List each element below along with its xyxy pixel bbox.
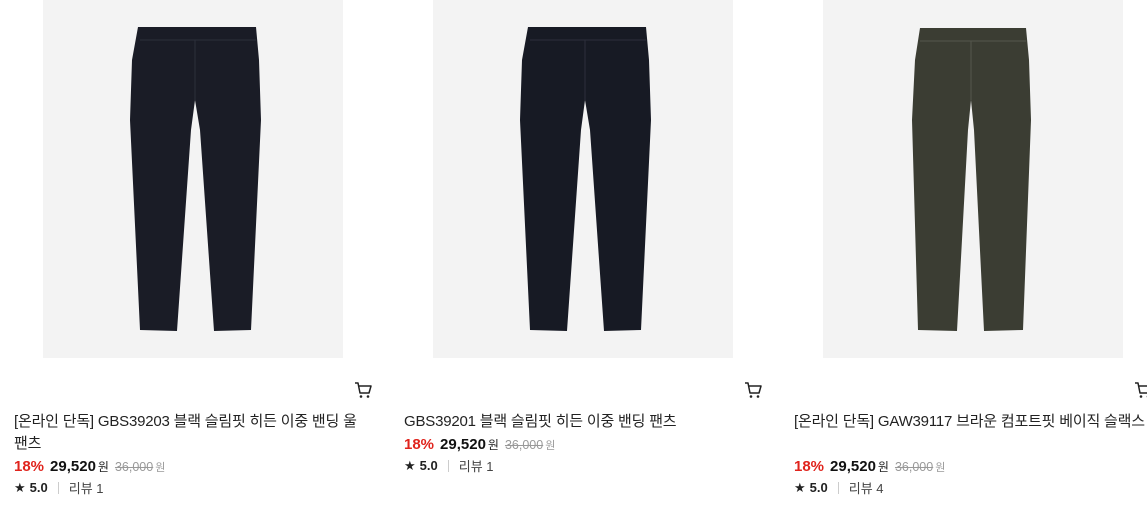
star-icon: ★ (14, 479, 26, 495)
star-icon: ★ (794, 479, 806, 495)
review-count[interactable]: 리뷰 1 (69, 478, 104, 497)
rating-row: ★ 5.0 리뷰 4 (794, 478, 884, 497)
sale-price: 29,520 (830, 458, 876, 475)
rating-score: 5.0 (809, 480, 828, 495)
product-card[interactable]: [온라인 단독] GAW39117 브라운 컴포트핏 베이직 슬랙스 18% 2… (780, 0, 1147, 509)
price-row: 18% 29,520 원 36,000 원 (404, 436, 555, 453)
divider (837, 481, 839, 494)
review-count[interactable]: 리뷰 4 (849, 478, 884, 497)
original-price: 36,000 (114, 460, 154, 474)
product-title[interactable]: [온라인 단독] GAW39117 브라운 컴포트핏 베이직 슬랙스 (794, 411, 1147, 433)
product-title[interactable]: GBS39201 블랙 슬림핏 히든 이중 밴딩 팬츠 (404, 411, 764, 433)
original-currency: 원 (545, 440, 556, 452)
product-image[interactable] (43, 0, 343, 358)
currency: 원 (487, 438, 499, 452)
product-card[interactable]: [온라인 단독] GBS39203 블랙 슬림핏 히든 이중 밴딩 울 팬츠 1… (0, 0, 372, 509)
original-price: 36,000 (894, 460, 934, 474)
discount-rate: 18% (404, 436, 435, 453)
rating-score: 5.0 (419, 458, 438, 473)
divider (57, 481, 59, 494)
review-count[interactable]: 리뷰 1 (459, 456, 494, 475)
sale-price: 29,520 (440, 436, 486, 453)
rating-row: ★ 5.0 리뷰 1 (14, 478, 104, 497)
currency: 원 (97, 460, 109, 474)
price-row: 18% 29,520 원 36,000 원 (794, 458, 945, 475)
sale-price: 29,520 (50, 458, 96, 475)
star-icon: ★ (404, 457, 416, 473)
cart-icon[interactable] (744, 381, 762, 399)
discount-rate: 18% (14, 458, 45, 475)
original-currency: 원 (935, 462, 946, 474)
pants-image (520, 27, 651, 331)
product-image[interactable] (433, 0, 733, 358)
pants-image (912, 28, 1031, 331)
rating-row: ★ 5.0 리뷰 1 (404, 456, 494, 475)
product-card[interactable]: GBS39201 블랙 슬림핏 히든 이중 밴딩 팬츠 18% 29,520 원… (390, 0, 762, 509)
original-price: 36,000 (504, 438, 544, 452)
cart-icon[interactable] (354, 381, 372, 399)
rating-score: 5.0 (29, 480, 48, 495)
original-currency: 원 (155, 462, 166, 474)
divider (447, 459, 449, 472)
currency: 원 (877, 460, 889, 474)
product-title[interactable]: [온라인 단독] GBS39203 블랙 슬림핏 히든 이중 밴딩 울 팬츠 (14, 411, 374, 455)
discount-rate: 18% (794, 458, 825, 475)
cart-icon[interactable] (1134, 381, 1147, 399)
product-image[interactable] (823, 0, 1123, 358)
pants-image (130, 27, 261, 331)
price-row: 18% 29,520 원 36,000 원 (14, 458, 165, 475)
